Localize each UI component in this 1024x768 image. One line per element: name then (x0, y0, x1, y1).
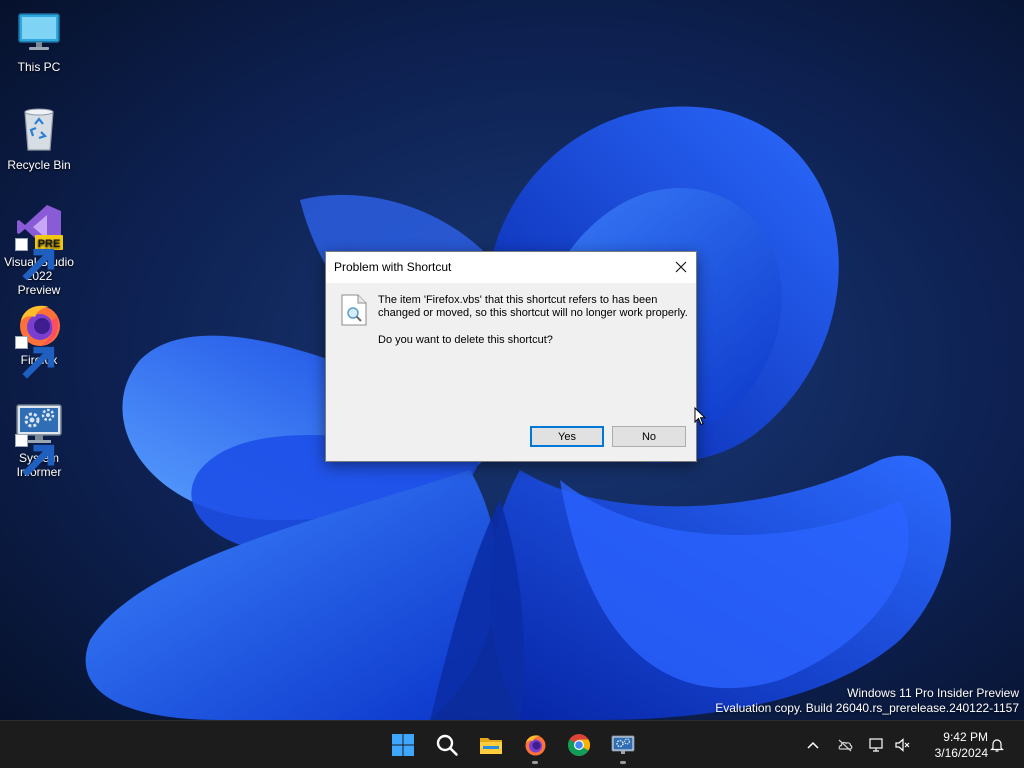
monitor-icon (15, 8, 63, 56)
no-button[interactable]: No (612, 426, 686, 447)
recycle-bin-icon (15, 106, 63, 154)
missing-file-icon (341, 294, 367, 326)
shortcut-arrow-icon (15, 434, 55, 477)
chrome-button[interactable] (563, 729, 595, 761)
dialog-title: Problem with Shortcut (334, 260, 452, 274)
desktop-icon-this-pc[interactable]: This PC (4, 8, 74, 74)
network-button[interactable] (866, 735, 886, 755)
close-icon (675, 261, 687, 273)
show-hidden-icons-button[interactable] (803, 735, 823, 755)
desktop-icon-recycle-bin[interactable]: Recycle Bin (4, 106, 74, 172)
system-informer-icon (611, 735, 635, 754)
firefox-button[interactable] (519, 729, 551, 764)
network-icon (869, 738, 883, 752)
yes-button[interactable]: Yes (530, 426, 604, 447)
windows-logo-icon (392, 734, 414, 756)
dialog-message: The item 'Firefox.vbs' that this shortcu… (378, 294, 688, 319)
dialog-question: Do you want to delete this shortcut? (378, 334, 553, 346)
watermark-build: Evaluation copy. Build 26040.rs_prerelea… (715, 701, 1019, 715)
chrome-icon (568, 734, 590, 756)
visual-studio-icon: PRE (15, 203, 63, 281)
search-button[interactable] (431, 729, 463, 761)
volume-button[interactable] (892, 735, 912, 755)
desktop-icon-firefox[interactable]: Firefox (4, 301, 74, 379)
dialog-close-button[interactable] (666, 252, 696, 282)
shortcut-arrow-icon (15, 238, 55, 281)
taskbar-clock[interactable]: 9:42 PM 3/16/2024 (918, 729, 988, 761)
file-explorer-button[interactable] (475, 729, 507, 761)
running-indicator (620, 761, 626, 764)
onedrive-icon (838, 739, 853, 752)
problem-with-shortcut-dialog: Problem with Shortcut The item 'Firefox.… (325, 251, 697, 462)
system-informer-button[interactable] (607, 729, 639, 764)
mouse-pointer-icon (694, 407, 706, 426)
dialog-body: The item 'Firefox.vbs' that this shortcu… (326, 283, 696, 461)
taskbar: 9:42 PM 3/16/2024 (0, 720, 1024, 768)
shortcut-arrow-icon (15, 336, 55, 379)
desktop-icon-system-informer[interactable]: System Informer (4, 399, 74, 479)
volume-muted-icon (895, 738, 910, 752)
notification-bell-icon (990, 739, 1004, 752)
watermark-edition: Windows 11 Pro Insider Preview (847, 686, 1019, 700)
folder-icon (480, 738, 502, 754)
system-informer-icon (15, 399, 63, 477)
running-indicator (532, 761, 538, 764)
firefox-icon (15, 301, 63, 379)
desktop-icon-visual-studio[interactable]: PRE Visual Studio 2022 Preview (4, 203, 74, 297)
desktop-icon-label: Recycle Bin (7, 158, 71, 172)
desktop-icon-label: This PC (17, 60, 61, 74)
firefox-icon (525, 735, 546, 756)
notifications-button[interactable] (987, 735, 1007, 755)
dialog-titlebar[interactable]: Problem with Shortcut (326, 252, 696, 283)
start-button[interactable] (387, 729, 419, 761)
evaluation-watermark: Windows 11 Pro Insider Preview Evaluatio… (715, 686, 1019, 716)
chevron-up-icon (807, 741, 819, 749)
clock-date: 3/16/2024 (934, 746, 988, 760)
onedrive-button[interactable] (835, 735, 855, 755)
search-icon (436, 734, 458, 756)
clock-time: 9:42 PM (943, 730, 988, 744)
